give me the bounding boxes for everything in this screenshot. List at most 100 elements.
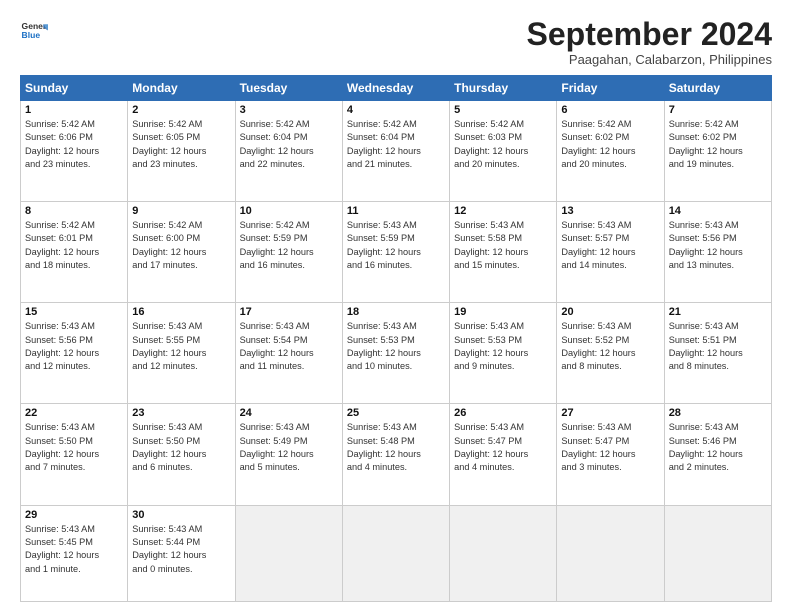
day-number: 28 (669, 407, 767, 419)
day-cell: 18 Sunrise: 5:43 AMSunset: 5:53 PMDaylig… (342, 303, 449, 404)
day-cell: 25 Sunrise: 5:43 AMSunset: 5:48 PMDaylig… (342, 404, 449, 505)
day-cell: 21 Sunrise: 5:43 AMSunset: 5:51 PMDaylig… (664, 303, 771, 404)
day-cell: 24 Sunrise: 5:43 AMSunset: 5:49 PMDaylig… (235, 404, 342, 505)
day-number: 4 (347, 104, 445, 116)
day-info: Sunrise: 5:42 AMSunset: 6:02 PMDaylight:… (561, 118, 659, 171)
day-info: Sunrise: 5:43 AMSunset: 5:55 PMDaylight:… (132, 320, 230, 373)
day-info: Sunrise: 5:42 AMSunset: 6:01 PMDaylight:… (25, 219, 123, 272)
day-cell: 4 Sunrise: 5:42 AMSunset: 6:04 PMDayligh… (342, 101, 449, 202)
empty-cell (664, 505, 771, 602)
day-number: 26 (454, 407, 552, 419)
day-number: 29 (25, 509, 123, 521)
day-number: 9 (132, 205, 230, 217)
calendar-table: Sunday Monday Tuesday Wednesday Thursday… (20, 75, 772, 602)
location: Paagahan, Calabarzon, Philippines (527, 52, 772, 67)
day-number: 11 (347, 205, 445, 217)
day-cell: 19 Sunrise: 5:43 AMSunset: 5:53 PMDaylig… (450, 303, 557, 404)
day-info: Sunrise: 5:42 AMSunset: 6:04 PMDaylight:… (347, 118, 445, 171)
day-info: Sunrise: 5:43 AMSunset: 5:56 PMDaylight:… (669, 219, 767, 272)
empty-cell (450, 505, 557, 602)
day-info: Sunrise: 5:43 AMSunset: 5:47 PMDaylight:… (561, 421, 659, 474)
day-number: 17 (240, 306, 338, 318)
day-cell: 26 Sunrise: 5:43 AMSunset: 5:47 PMDaylig… (450, 404, 557, 505)
day-number: 22 (25, 407, 123, 419)
day-cell: 29 Sunrise: 5:43 AMSunset: 5:45 PMDaylig… (21, 505, 128, 602)
day-info: Sunrise: 5:43 AMSunset: 5:53 PMDaylight:… (347, 320, 445, 373)
day-info: Sunrise: 5:43 AMSunset: 5:58 PMDaylight:… (454, 219, 552, 272)
day-cell: 6 Sunrise: 5:42 AMSunset: 6:02 PMDayligh… (557, 101, 664, 202)
empty-cell (235, 505, 342, 602)
col-saturday: Saturday (664, 76, 771, 101)
day-info: Sunrise: 5:42 AMSunset: 6:04 PMDaylight:… (240, 118, 338, 171)
day-number: 19 (454, 306, 552, 318)
day-cell: 13 Sunrise: 5:43 AMSunset: 5:57 PMDaylig… (557, 202, 664, 303)
svg-text:Blue: Blue (22, 30, 41, 40)
day-number: 25 (347, 407, 445, 419)
day-info: Sunrise: 5:43 AMSunset: 5:51 PMDaylight:… (669, 320, 767, 373)
day-number: 12 (454, 205, 552, 217)
day-cell: 16 Sunrise: 5:43 AMSunset: 5:55 PMDaylig… (128, 303, 235, 404)
day-number: 14 (669, 205, 767, 217)
logo: General Blue (20, 18, 48, 46)
day-info: Sunrise: 5:43 AMSunset: 5:47 PMDaylight:… (454, 421, 552, 474)
day-info: Sunrise: 5:42 AMSunset: 5:59 PMDaylight:… (240, 219, 338, 272)
col-friday: Friday (557, 76, 664, 101)
day-cell: 15 Sunrise: 5:43 AMSunset: 5:56 PMDaylig… (21, 303, 128, 404)
day-cell: 30 Sunrise: 5:43 AMSunset: 5:44 PMDaylig… (128, 505, 235, 602)
day-number: 6 (561, 104, 659, 116)
col-monday: Monday (128, 76, 235, 101)
day-number: 2 (132, 104, 230, 116)
day-info: Sunrise: 5:42 AMSunset: 6:03 PMDaylight:… (454, 118, 552, 171)
day-number: 13 (561, 205, 659, 217)
day-number: 15 (25, 306, 123, 318)
day-info: Sunrise: 5:43 AMSunset: 5:44 PMDaylight:… (132, 523, 230, 576)
day-number: 3 (240, 104, 338, 116)
day-info: Sunrise: 5:43 AMSunset: 5:45 PMDaylight:… (25, 523, 123, 576)
month-title: September 2024 (527, 18, 772, 50)
day-cell: 9 Sunrise: 5:42 AMSunset: 6:00 PMDayligh… (128, 202, 235, 303)
day-info: Sunrise: 5:42 AMSunset: 6:00 PMDaylight:… (132, 219, 230, 272)
day-cell: 5 Sunrise: 5:42 AMSunset: 6:03 PMDayligh… (450, 101, 557, 202)
day-number: 18 (347, 306, 445, 318)
day-info: Sunrise: 5:42 AMSunset: 6:06 PMDaylight:… (25, 118, 123, 171)
day-cell: 3 Sunrise: 5:42 AMSunset: 6:04 PMDayligh… (235, 101, 342, 202)
day-info: Sunrise: 5:43 AMSunset: 5:52 PMDaylight:… (561, 320, 659, 373)
day-info: Sunrise: 5:43 AMSunset: 5:56 PMDaylight:… (25, 320, 123, 373)
day-cell: 10 Sunrise: 5:42 AMSunset: 5:59 PMDaylig… (235, 202, 342, 303)
day-number: 16 (132, 306, 230, 318)
title-block: September 2024 Paagahan, Calabarzon, Phi… (527, 18, 772, 67)
day-number: 1 (25, 104, 123, 116)
day-cell: 11 Sunrise: 5:43 AMSunset: 5:59 PMDaylig… (342, 202, 449, 303)
day-number: 10 (240, 205, 338, 217)
day-info: Sunrise: 5:43 AMSunset: 5:59 PMDaylight:… (347, 219, 445, 272)
calendar-row: 15 Sunrise: 5:43 AMSunset: 5:56 PMDaylig… (21, 303, 772, 404)
day-info: Sunrise: 5:43 AMSunset: 5:54 PMDaylight:… (240, 320, 338, 373)
day-cell: 23 Sunrise: 5:43 AMSunset: 5:50 PMDaylig… (128, 404, 235, 505)
day-info: Sunrise: 5:43 AMSunset: 5:46 PMDaylight:… (669, 421, 767, 474)
calendar-header-row: Sunday Monday Tuesday Wednesday Thursday… (21, 76, 772, 101)
day-info: Sunrise: 5:43 AMSunset: 5:57 PMDaylight:… (561, 219, 659, 272)
day-info: Sunrise: 5:43 AMSunset: 5:50 PMDaylight:… (25, 421, 123, 474)
day-number: 7 (669, 104, 767, 116)
day-cell: 17 Sunrise: 5:43 AMSunset: 5:54 PMDaylig… (235, 303, 342, 404)
logo-icon: General Blue (20, 18, 48, 46)
day-cell: 12 Sunrise: 5:43 AMSunset: 5:58 PMDaylig… (450, 202, 557, 303)
day-number: 27 (561, 407, 659, 419)
calendar-row: 29 Sunrise: 5:43 AMSunset: 5:45 PMDaylig… (21, 505, 772, 602)
day-cell: 1 Sunrise: 5:42 AMSunset: 6:06 PMDayligh… (21, 101, 128, 202)
day-number: 23 (132, 407, 230, 419)
empty-cell (342, 505, 449, 602)
day-info: Sunrise: 5:42 AMSunset: 6:05 PMDaylight:… (132, 118, 230, 171)
col-wednesday: Wednesday (342, 76, 449, 101)
col-tuesday: Tuesday (235, 76, 342, 101)
day-cell: 7 Sunrise: 5:42 AMSunset: 6:02 PMDayligh… (664, 101, 771, 202)
empty-cell (557, 505, 664, 602)
col-thursday: Thursday (450, 76, 557, 101)
day-info: Sunrise: 5:43 AMSunset: 5:50 PMDaylight:… (132, 421, 230, 474)
day-number: 30 (132, 509, 230, 521)
day-cell: 2 Sunrise: 5:42 AMSunset: 6:05 PMDayligh… (128, 101, 235, 202)
calendar-row: 22 Sunrise: 5:43 AMSunset: 5:50 PMDaylig… (21, 404, 772, 505)
day-cell: 28 Sunrise: 5:43 AMSunset: 5:46 PMDaylig… (664, 404, 771, 505)
day-cell: 20 Sunrise: 5:43 AMSunset: 5:52 PMDaylig… (557, 303, 664, 404)
day-cell: 27 Sunrise: 5:43 AMSunset: 5:47 PMDaylig… (557, 404, 664, 505)
